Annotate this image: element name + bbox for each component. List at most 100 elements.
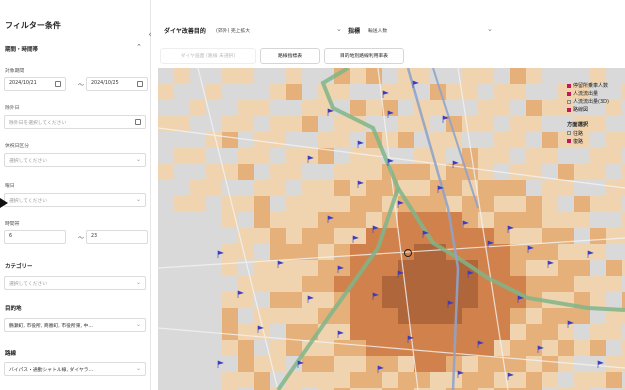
hours-to-field[interactable]: 23 [86,230,148,244]
calendar-icon[interactable] [55,81,61,87]
radio-icon[interactable] [567,131,571,135]
hours-from-field[interactable]: 6 [4,230,66,244]
heat-cell [302,308,318,324]
heat-cell [382,244,398,260]
checkbox-icon[interactable] [567,99,571,104]
radio-icon[interactable] [567,139,571,143]
heat-cell [382,260,398,276]
direction-inbound[interactable]: 復路 [567,138,583,145]
tab-diagram[interactable]: ダイヤ画面 (路線 未選択) [160,48,256,64]
legend-layer-stop-boarding[interactable]: 停留所乗車人数 [567,82,608,89]
tab-route-index[interactable]: 路線指標表 [260,48,320,64]
checkbox-icon[interactable] [567,91,571,96]
heat-cell [318,292,334,308]
heat-cell [494,260,510,276]
heat-cell [446,84,462,100]
checkbox-icon[interactable] [567,83,571,88]
heat-cell [206,180,222,196]
heat-cell [446,276,462,292]
heat-cell [270,84,286,100]
heat-cell [286,164,302,180]
map-view[interactable] [158,68,625,390]
heat-cell [366,324,382,340]
heat-cell [286,292,302,308]
heat-cell [510,196,526,212]
heat-cell [254,372,270,388]
heat-cell [414,196,430,212]
heat-cell [398,308,414,324]
heat-cell [286,212,302,228]
direction-outbound[interactable]: 往路 [567,130,583,137]
heat-cell [286,116,302,132]
heat-cell [430,292,446,308]
destination-select[interactable]: 鶴瀬町, 市役所, 商番町, 市役所東, 中... ⌄ [4,318,146,332]
heat-cell [238,164,254,180]
heat-cell [590,324,606,340]
map-canvas[interactable] [158,68,625,390]
legend-layer-outflow[interactable]: 人流流出量 [567,90,598,97]
heat-cell [254,132,270,148]
chevron-up-icon[interactable]: ⌃ [136,43,142,51]
heat-cell [430,260,446,276]
route-select[interactable]: バイパス・通勤シャトル線, ダイヤラ... ⌄ [4,362,146,376]
heat-cell [350,244,366,260]
collapse-panel-icon[interactable]: ‹ [145,28,155,42]
index-value[interactable]: 輸送人数 [368,27,387,34]
heat-cell [526,68,542,84]
heat-cell [430,196,446,212]
heat-cell [558,308,574,324]
range-tilde: 〜 [78,82,85,89]
checkbox-icon[interactable] [567,107,571,112]
heat-cell [254,148,270,164]
heat-cell [238,100,254,116]
legend-layer-route-map[interactable]: 路線図 [567,106,588,113]
chevron-down-icon[interactable]: ⌄ [487,25,493,33]
panel-title: フィルター条件 [5,21,61,30]
destination-title: 目的地 [5,306,22,312]
heat-cell [318,196,334,212]
chevron-down-icon: ⌄ [135,196,141,203]
chevron-down-icon: ⌄ [135,156,141,163]
heat-cell [238,148,254,164]
heat-cell [398,356,414,372]
heat-cell [318,180,334,196]
heat-cell [270,340,286,356]
heat-cell [430,356,446,372]
heat-cell [462,228,478,244]
heat-cell [382,276,398,292]
hours-to-value: 23 [91,234,98,239]
heat-cell [494,212,510,228]
exclude-days-field[interactable]: 除外日を選択してください [4,115,146,129]
heat-cell [478,68,494,84]
heat-cell [286,340,302,356]
end-date-field[interactable]: 2024/10/25 [86,77,148,91]
heat-cell [478,308,494,324]
category-select[interactable]: 選択してください ⌄ [4,276,146,290]
weekday-select[interactable]: 選択してください ⌄ [4,193,146,207]
heat-cell [398,212,414,228]
heat-cell [462,324,478,340]
weekday-placeholder: 選択してください [9,199,48,204]
heat-cell [510,340,526,356]
heat-cell [286,84,302,100]
heat-cell [478,228,494,244]
heat-cell [350,356,366,372]
heat-cell [318,228,334,244]
heat-cell [222,308,238,324]
heat-cell [478,372,494,388]
heat-cell [526,356,542,372]
heat-cell [462,292,478,308]
legend-layer-outflow-3d[interactable]: 人流流出量(3D) [567,98,609,105]
heat-cell [606,228,622,244]
start-date-field[interactable]: 2024/10/21 [4,77,66,91]
heat-cell [574,276,590,292]
exclude-days-label: 除外日 [5,106,20,111]
calendar-icon[interactable] [135,119,141,125]
chevron-down-icon: ⌄ [135,321,141,328]
purpose-value[interactable]: (郊外) 売上拡大 [216,27,250,34]
calendar-icon[interactable] [137,81,143,87]
chevron-down-icon[interactable]: ⌄ [336,25,342,33]
holiday-select[interactable]: 選択してください ⌄ [4,153,146,167]
heat-cell [526,196,542,212]
tab-dest-usage[interactable]: 目的地別路線利用率表 [324,48,404,64]
